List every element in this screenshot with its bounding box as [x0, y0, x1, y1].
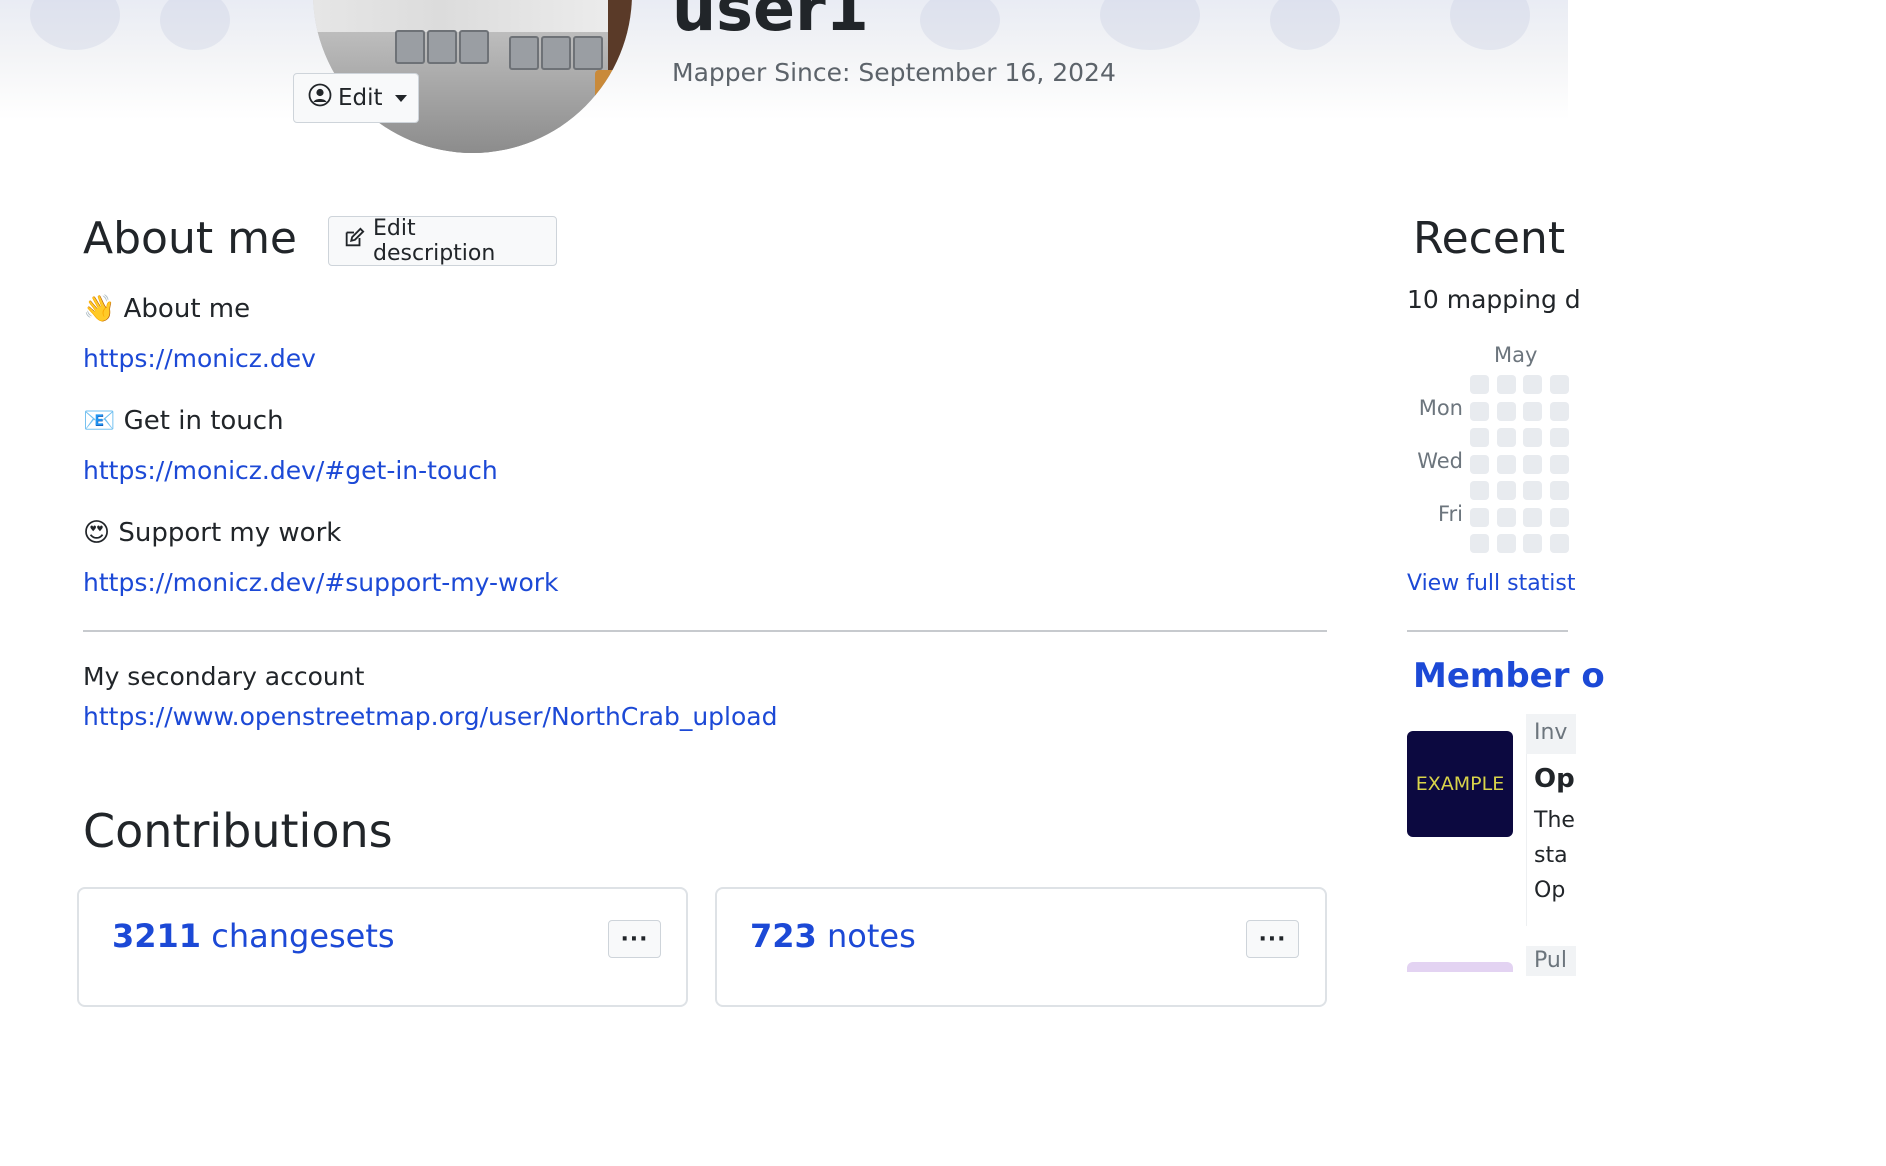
heatmap-cell — [1496, 375, 1516, 394]
changesets-link[interactable]: 3211 changesets — [112, 917, 395, 955]
group-description-line: Op — [1534, 878, 1566, 903]
view-full-statistics-link[interactable]: View full statist — [1407, 571, 1576, 596]
description-heading: 😍 Support my work — [83, 518, 342, 548]
group-role-badge: Pul — [1526, 946, 1576, 976]
edit-avatar-button[interactable]: Edit — [293, 73, 419, 123]
heatmap-cell — [1523, 428, 1542, 447]
heatmap-cell — [1496, 454, 1516, 474]
heatmap-cell — [1470, 375, 1489, 394]
heatmap-cell — [1470, 428, 1489, 447]
heatmap-cell — [1523, 481, 1542, 500]
heatmap-cell — [1523, 507, 1542, 527]
notes-more-button[interactable]: ··· — [1246, 920, 1299, 958]
description-heading: 👋 About me — [83, 294, 251, 324]
heatmap-cell — [1549, 454, 1569, 474]
support-link[interactable]: https://monicz.dev/#support-my-work — [83, 568, 559, 597]
heatmap-day-label: Fri — [1437, 502, 1463, 526]
group-description-line: sta — [1534, 843, 1568, 868]
group-description-line: The — [1534, 808, 1575, 833]
divider — [1407, 630, 1568, 632]
heatmap-cell — [1496, 534, 1516, 553]
avatar-detail — [608, 0, 632, 70]
notes-label: notes — [826, 917, 916, 955]
chevron-down-icon — [394, 94, 407, 102]
divider — [83, 630, 1327, 632]
group-logo[interactable]: EXAMPLE — [1407, 731, 1513, 837]
avatar-chair — [427, 30, 457, 64]
mapping-days-summary: 10 mapping d — [1407, 285, 1581, 314]
heatmap-cell — [1549, 534, 1569, 553]
heatmap-cell — [1549, 507, 1569, 527]
avatar-chair — [395, 30, 425, 64]
username: user1 — [672, 0, 869, 45]
heatmap-cell — [1523, 454, 1542, 474]
heatmap-cell — [1549, 375, 1569, 394]
heatmap-cell — [1470, 534, 1489, 553]
heatmap-cell — [1496, 428, 1516, 447]
changesets-count: 3211 — [112, 917, 202, 955]
secondary-account-link[interactable]: https://www.openstreetmap.org/user/North… — [83, 702, 777, 731]
heatmap-cell — [1496, 401, 1516, 421]
heatmap-cell — [1523, 401, 1542, 421]
get-in-touch-link[interactable]: https://monicz.dev/#get-in-touch — [83, 456, 498, 485]
waving-hand-emoji: 👋 — [83, 294, 116, 324]
heatmap-month-label: May — [1494, 343, 1538, 367]
mapper-since: Mapper Since: September 16, 2024 — [672, 58, 1116, 87]
email-emoji: 📧 — [83, 406, 116, 436]
avatar-chair — [541, 36, 571, 70]
notes-card: 723 notes ··· — [715, 887, 1327, 1007]
contributions-heading: Contributions — [83, 804, 393, 858]
heatmap-cell — [1549, 481, 1569, 500]
avatar-detail — [595, 70, 621, 100]
avatar-chair — [573, 36, 603, 70]
edit-description-label: Edit description — [373, 216, 496, 266]
secondary-account-label: My secondary account — [83, 662, 365, 691]
heatmap-cell — [1470, 481, 1489, 500]
pencil-square-icon — [343, 227, 365, 255]
description-heading: 📧 Get in touch — [83, 406, 284, 436]
group-name[interactable]: Op — [1534, 764, 1575, 794]
heatmap-cell — [1523, 375, 1542, 394]
heatmap-cell — [1496, 507, 1516, 527]
website-link[interactable]: https://monicz.dev — [83, 344, 316, 373]
heatmap-day-label: Mon — [1418, 396, 1463, 420]
avatar-wall — [313, 0, 632, 32]
edit-description-button[interactable]: Edit description — [328, 216, 557, 266]
notes-link[interactable]: 723 notes — [750, 917, 916, 955]
heatmap-cell — [1470, 507, 1489, 527]
edit-avatar-label: Edit — [338, 85, 383, 111]
heart-eyes-emoji: 😍 — [83, 518, 111, 548]
changesets-label: changesets — [211, 917, 395, 955]
group-role-badge: Inv — [1526, 714, 1576, 754]
heatmap-cell — [1549, 401, 1569, 421]
changesets-card: 3211 changesets ··· — [77, 887, 688, 1007]
user-circle-icon — [308, 83, 332, 113]
heatmap-day-label: Wed — [1417, 449, 1463, 473]
about-me-heading: About me — [83, 213, 298, 264]
notes-count: 723 — [750, 917, 817, 955]
recent-activity-heading: Recent — [1413, 213, 1566, 264]
heatmap-cell — [1470, 454, 1489, 474]
heatmap-cell — [1549, 428, 1569, 447]
member-of-heading[interactable]: Member o — [1413, 656, 1605, 696]
avatar-chair — [459, 30, 489, 64]
changesets-more-button[interactable]: ··· — [608, 920, 661, 958]
avatar-chair — [509, 36, 539, 70]
heatmap-cell — [1470, 401, 1489, 421]
group-logo[interactable] — [1407, 962, 1513, 972]
heatmap-cell — [1496, 481, 1516, 500]
heatmap-cell — [1523, 534, 1542, 553]
